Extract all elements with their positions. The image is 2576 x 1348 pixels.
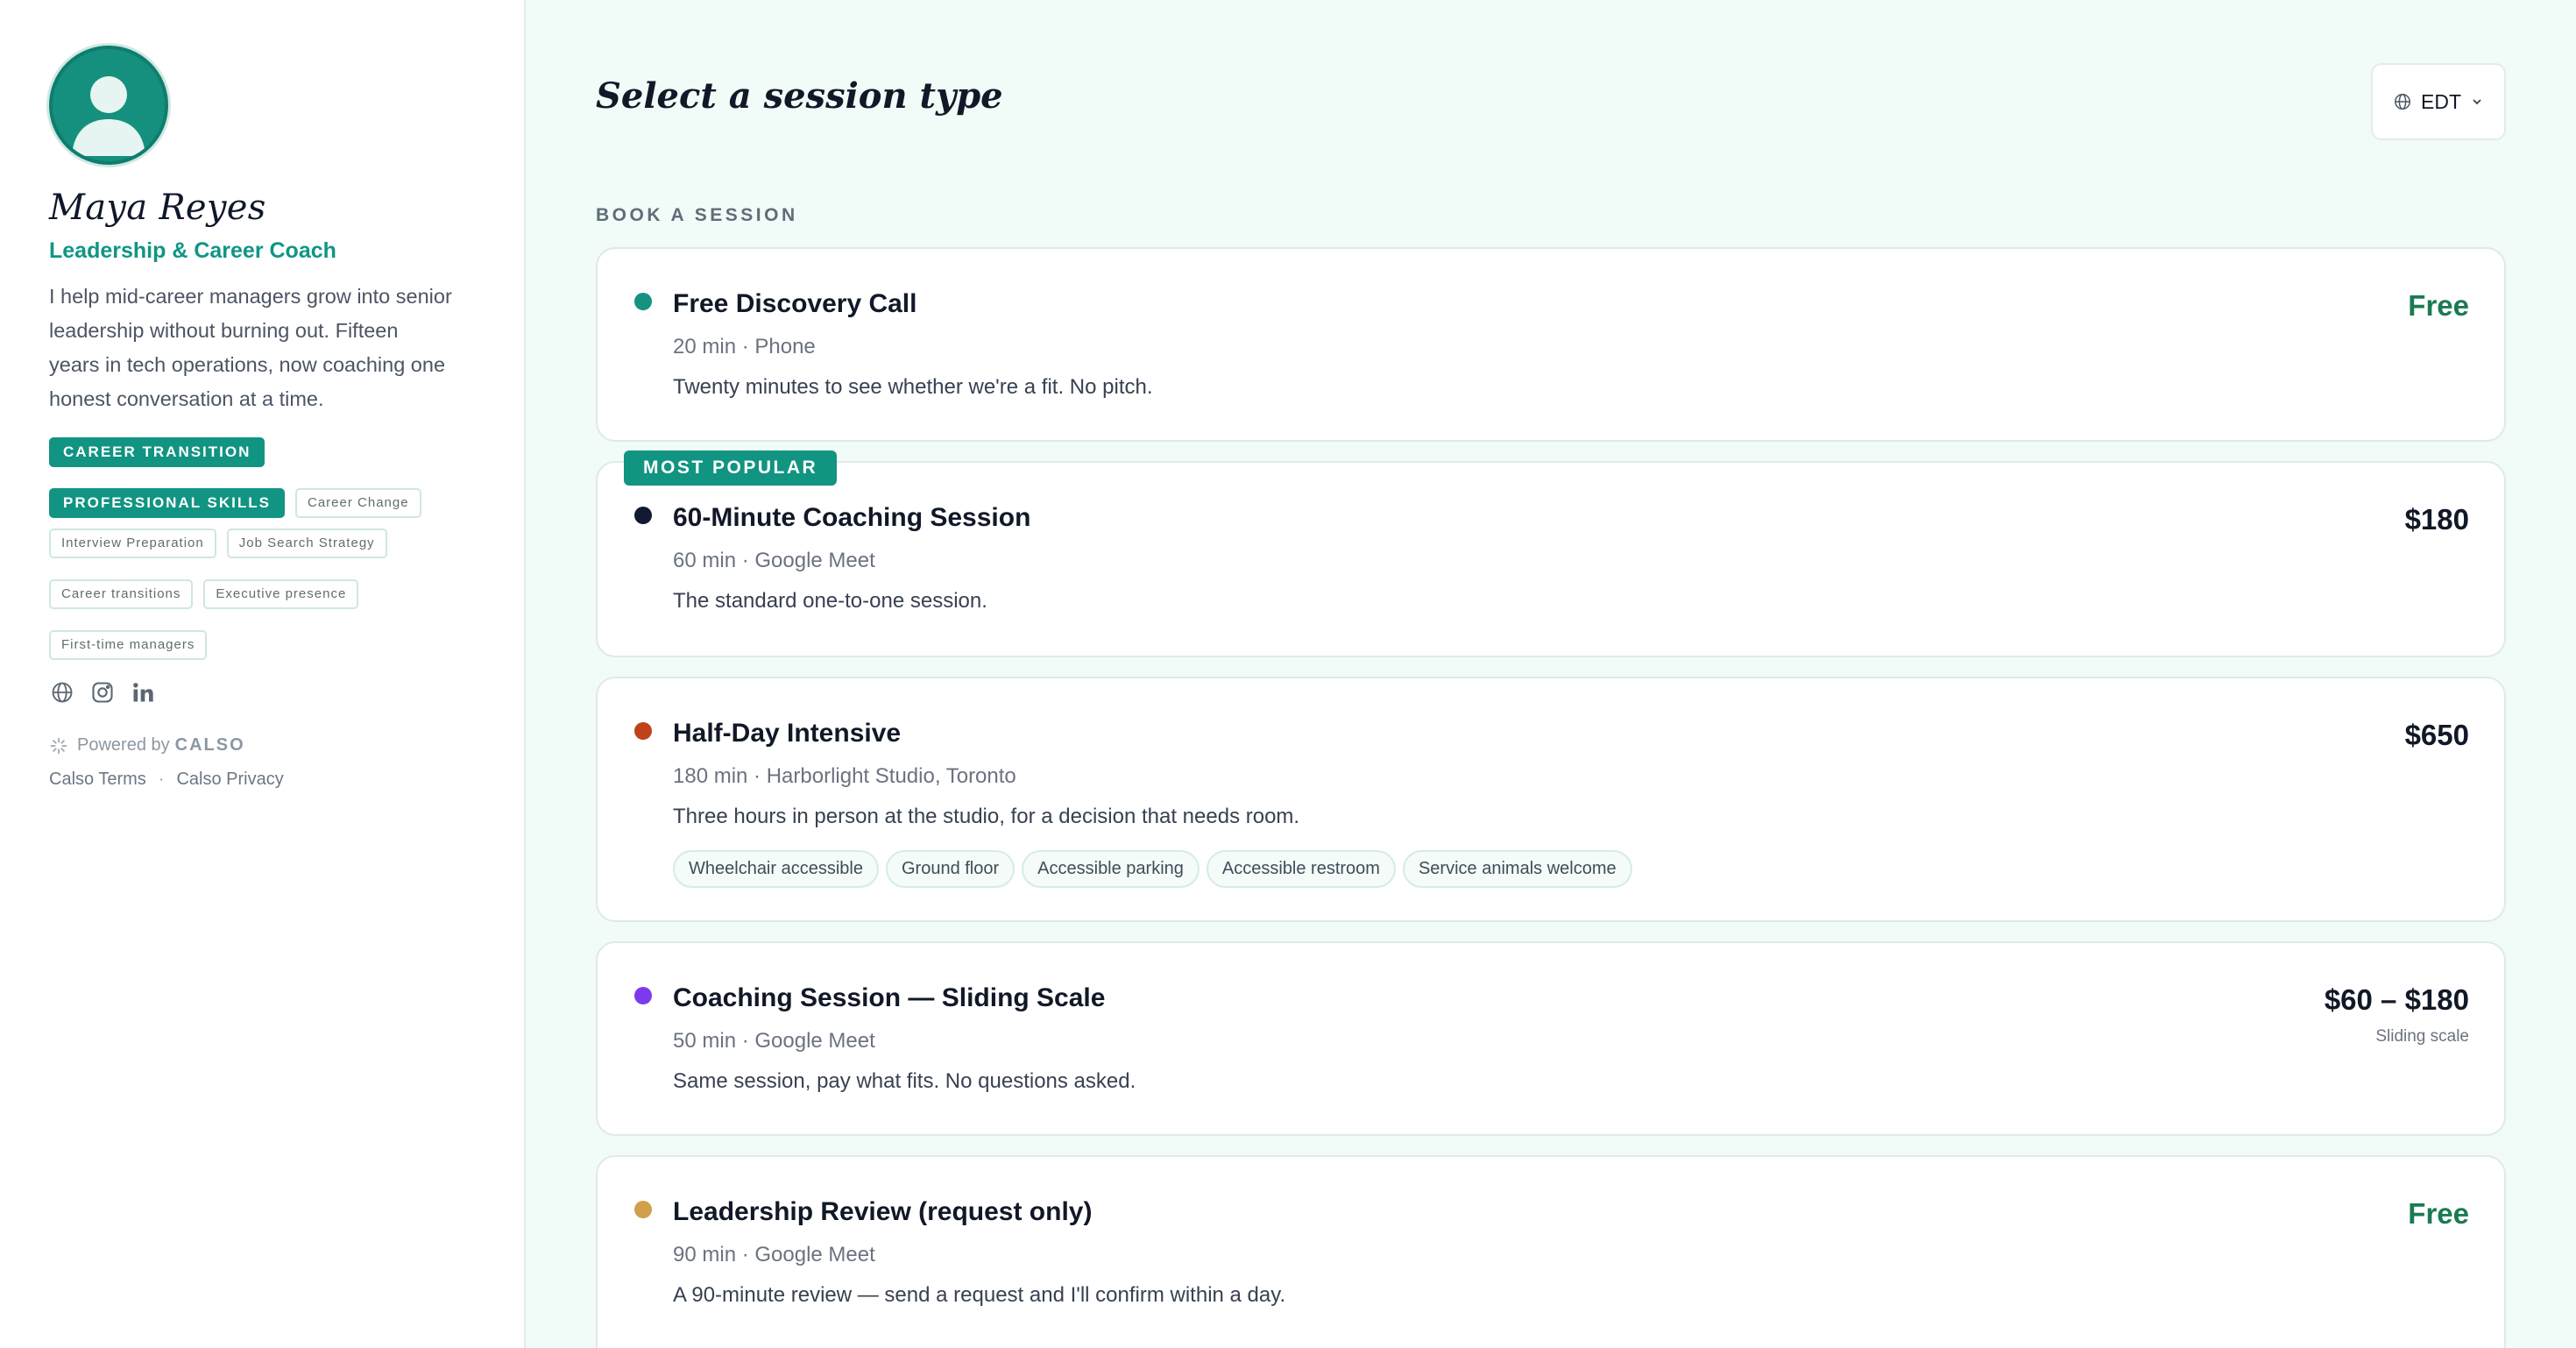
instagram-icon[interactable] bbox=[89, 679, 116, 706]
profile-sidebar: Maya Reyes Leadership & Career Coach I h… bbox=[0, 0, 526, 1348]
session-title: Coaching Session — Sliding Scale bbox=[673, 983, 1106, 1012]
globe-icon bbox=[2395, 94, 2410, 110]
amenity-tag: Accessible restroom bbox=[1206, 850, 1396, 888]
avatar bbox=[49, 46, 168, 165]
session-color-dot bbox=[634, 507, 652, 524]
powered-prefix: Powered by bbox=[77, 735, 170, 755]
session-title: Half-Day Intensive bbox=[673, 719, 902, 748]
globe-icon[interactable] bbox=[49, 679, 75, 706]
section-label: BOOK A SESSION bbox=[596, 205, 798, 225]
legal-links: Calso Terms · Calso Privacy bbox=[49, 770, 475, 790]
tag-secondary: Job Search Strategy bbox=[226, 529, 387, 558]
session-meta: 50 min · Google Meet bbox=[673, 1029, 875, 1053]
amenity-tag: Wheelchair accessible bbox=[673, 850, 879, 888]
amenity-tag: Accessible parking bbox=[1022, 850, 1200, 888]
sparkle-icon bbox=[50, 737, 67, 754]
user-silhouette-icon bbox=[72, 76, 145, 156]
tag-secondary: Career transitions bbox=[49, 579, 194, 609]
tag-secondary: First-time managers bbox=[49, 630, 208, 660]
coach-name: Maya Reyes bbox=[49, 188, 266, 228]
tag-secondary: Executive presence bbox=[203, 579, 359, 609]
amenity-tag: Service animals welcome bbox=[1402, 850, 1632, 888]
session-meta: 20 min · Phone bbox=[673, 335, 816, 358]
powered-by: Powered by CALSO bbox=[49, 735, 475, 756]
session-card-intensive[interactable]: Half-Day Intensive 180 min · Harborlight… bbox=[596, 677, 2506, 922]
session-title: Free Discovery Call bbox=[673, 289, 917, 318]
session-card-discovery[interactable]: Free Discovery Call 20 min · Phone Twent… bbox=[596, 247, 2506, 442]
session-title: Leadership Review (request only) bbox=[673, 1197, 1093, 1226]
chevron-down-icon bbox=[2473, 99, 2481, 105]
session-description: A 90-minute review — send a request and … bbox=[673, 1283, 1286, 1307]
amenity-tag: Ground floor bbox=[885, 850, 1016, 888]
specialty-tags: CAREER TRANSITION PROFESSIONAL SKILLS Ca… bbox=[49, 437, 461, 660]
session-price: Free bbox=[2408, 289, 2469, 322]
session-price: $60 – $180 bbox=[2324, 983, 2469, 1016]
timezone-selector[interactable]: EDT bbox=[2371, 63, 2506, 140]
session-description: Twenty minutes to see whether we're a fi… bbox=[673, 375, 1153, 399]
terms-link[interactable]: Calso Terms bbox=[49, 770, 146, 790]
tag-primary: PROFESSIONAL SKILLS bbox=[49, 488, 285, 518]
session-card-sliding-scale[interactable]: Coaching Session — Sliding Scale 50 min … bbox=[596, 941, 2506, 1136]
coach-title: Leadership & Career Coach bbox=[49, 238, 336, 263]
session-color-dot bbox=[634, 1201, 652, 1218]
price-note: Sliding scale bbox=[2375, 1027, 2469, 1046]
session-meta: 180 min · Harborlight Studio, Toronto bbox=[673, 764, 1016, 788]
session-color-dot bbox=[634, 722, 652, 740]
timezone-value: EDT bbox=[2421, 89, 2461, 113]
session-price: $180 bbox=[2404, 503, 2469, 536]
powered-brand: CALSO bbox=[174, 735, 245, 755]
legal-separator: · bbox=[158, 770, 165, 789]
session-color-dot bbox=[634, 987, 652, 1004]
session-color-dot bbox=[634, 293, 652, 310]
tag-secondary: Interview Preparation bbox=[49, 529, 216, 558]
tag-secondary: Career Change bbox=[295, 488, 421, 518]
linkedin-icon[interactable] bbox=[130, 679, 156, 706]
accessibility-tags: Wheelchair accessible Ground floor Acces… bbox=[673, 850, 1632, 888]
session-description: The standard one-to-one session. bbox=[673, 589, 987, 613]
session-description: Same session, pay what fits. No question… bbox=[673, 1069, 1136, 1093]
session-meta: 90 min · Google Meet bbox=[673, 1243, 875, 1266]
session-price: Free bbox=[2408, 1197, 2469, 1230]
session-price: $650 bbox=[2404, 719, 2469, 751]
tag-primary: CAREER TRANSITION bbox=[49, 437, 265, 467]
session-description: Three hours in person at the studio, for… bbox=[673, 805, 1300, 828]
page-title: Select a session type bbox=[596, 75, 1003, 117]
session-title: 60-Minute Coaching Session bbox=[673, 503, 1031, 532]
coach-bio: I help mid-career managers grow into sen… bbox=[49, 285, 452, 410]
session-card-leadership-review[interactable]: Leadership Review (request only) 90 min … bbox=[596, 1155, 2506, 1348]
most-popular-badge: MOST POPULAR bbox=[624, 451, 838, 486]
session-card-coaching[interactable]: MOST POPULAR 60-Minute Coaching Session … bbox=[596, 451, 2506, 657]
privacy-link[interactable]: Calso Privacy bbox=[176, 770, 283, 790]
social-links bbox=[49, 679, 475, 706]
session-meta: 60 min · Google Meet bbox=[673, 549, 875, 572]
